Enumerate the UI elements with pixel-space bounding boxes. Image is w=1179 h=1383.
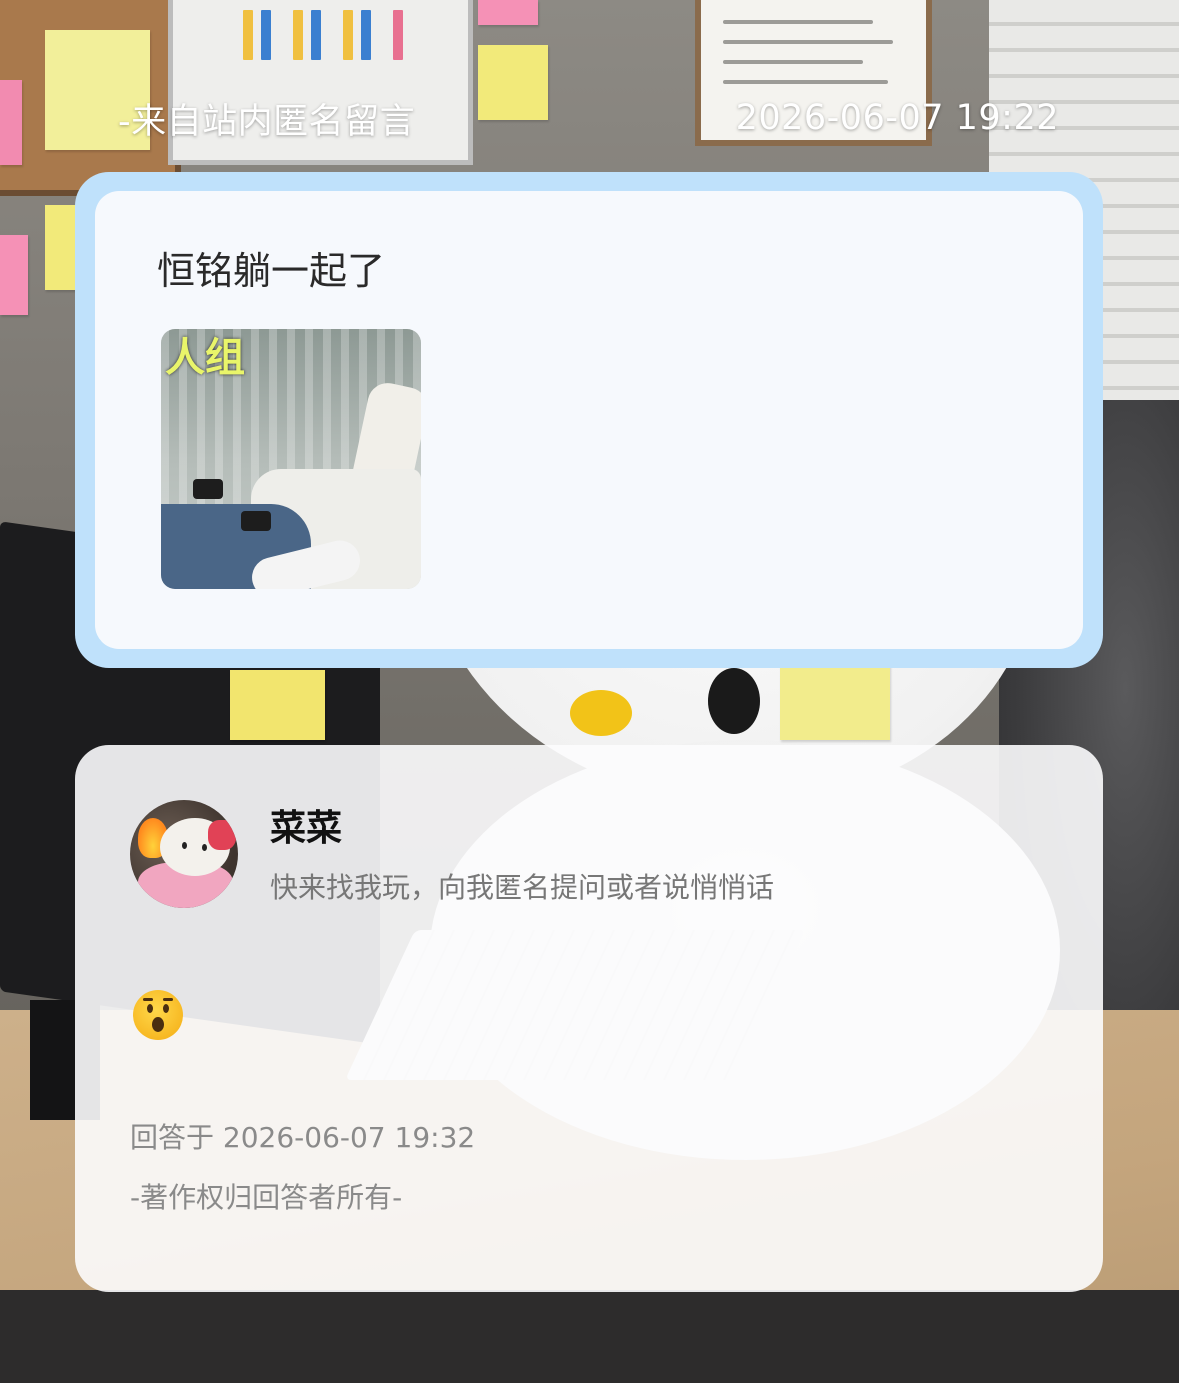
bg-sticky-note — [0, 235, 28, 315]
answer-card: 菜菜 快来找我玩，向我匿名提问或者说悄悄话 回答于 2026-06-07 19:… — [75, 745, 1103, 1292]
bg-sticky-note — [230, 670, 325, 740]
bg-hello-kitty-nose — [570, 690, 632, 736]
question-card-body: 恒铭躺一起了 人组 — [95, 191, 1083, 649]
bg-desk-edge — [0, 1290, 1179, 1383]
copyright-notice: -著作权归回答者所有- — [130, 1181, 403, 1214]
question-image[interactable]: 人组 — [161, 329, 421, 589]
profile-text: 菜菜 快来找我玩，向我匿名提问或者说悄悄话 — [270, 800, 774, 910]
answerer-profile[interactable]: 菜菜 快来找我玩，向我匿名提问或者说悄悄话 — [130, 800, 1048, 910]
answered-at: 回答于 2026-06-07 19:32 — [130, 1121, 476, 1154]
question-card: 恒铭躺一起了 人组 — [75, 172, 1103, 668]
user-name: 菜菜 — [270, 808, 343, 849]
question-image-caption: 人组 — [165, 335, 245, 381]
avatar[interactable] — [130, 800, 238, 908]
question-text: 恒铭躺一起了 — [157, 249, 386, 293]
hushed-face-emoji-icon — [133, 990, 183, 1040]
bg-sticky-note — [780, 660, 890, 740]
bg-hello-kitty-eye — [708, 668, 760, 734]
message-timestamp: 2026-06-07 19:22 — [735, 98, 1059, 138]
bg-sticky-note — [0, 80, 22, 165]
bg-sticky-note — [478, 0, 538, 25]
user-bio: 快来找我玩，向我匿名提问或者说悄悄话 — [270, 871, 775, 904]
message-source: -来自站内匿名留言 — [118, 101, 416, 142]
message-header: -来自站内匿名留言 2026-06-07 19:22 — [118, 95, 1059, 142]
